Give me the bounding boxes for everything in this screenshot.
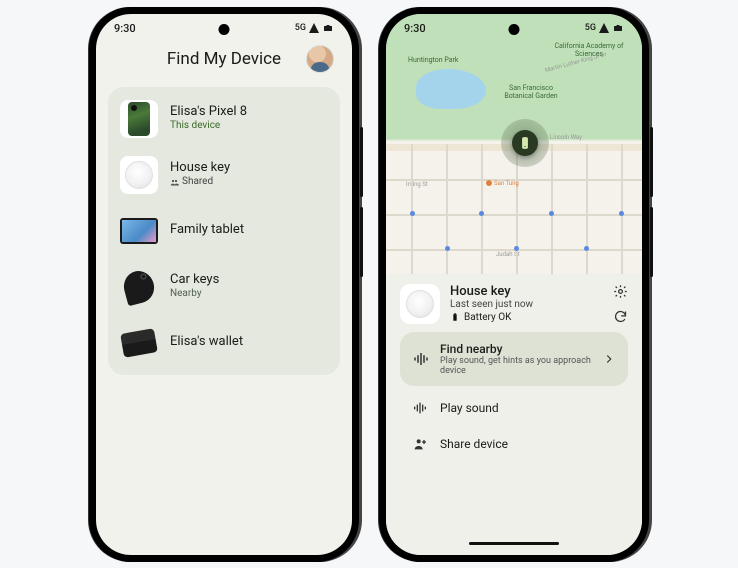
map-road [446,144,448,274]
signal-icon [598,22,610,34]
device-thumbnail [120,212,158,250]
device-name: House key [170,160,230,176]
map-poi-santung: San Tung [486,180,519,187]
device-name: Car keys [170,272,219,288]
refresh-icon[interactable] [613,309,628,324]
sound-wave-icon [412,400,428,416]
device-list: Elisa's Pixel 8 This device House key Sh… [108,87,340,375]
home-indicator[interactable] [469,542,559,545]
device-info: Family tablet [170,222,244,238]
phone-right: 9:30 5G Huntington Park San Francisco Bo… [379,7,649,562]
device-detail-sheet: House key Last seen just now Battery OK … [386,274,642,555]
transit-stop-icon [479,211,484,216]
device-info: House key Shared [170,160,230,189]
profile-avatar[interactable] [306,45,334,73]
device-name: Elisa's Pixel 8 [170,104,247,120]
detail-last-seen: Last seen just now [450,299,533,310]
status-time: 9:30 [404,22,426,35]
status-time: 9:30 [114,22,136,35]
device-item-tablet[interactable]: Family tablet [108,203,340,259]
map-road [621,144,623,274]
map-lake [416,69,486,109]
map-road [551,144,553,274]
camera-cutout [219,24,230,35]
map-road [481,144,483,274]
signal-icon [308,22,320,34]
sheet-info: House key Last seen just now Battery OK [450,284,533,323]
app-header: Find My Device [96,39,352,87]
chevron-right-icon [602,352,616,366]
person-add-icon [412,436,428,452]
transit-stop-icon [619,211,624,216]
device-info: Elisa's Pixel 8 This device [170,104,247,133]
share-device-label: Share device [440,437,508,451]
transit-stop-icon [514,246,519,251]
action-text: Find nearby Play sound, get hints as you… [440,342,592,376]
battery-icon [450,312,460,322]
play-sound-button[interactable]: Play sound [400,394,628,422]
find-nearby-title: Find nearby [440,342,592,356]
device-subtitle: Nearby [170,288,219,301]
device-thumbnail [120,100,158,138]
settings-icon[interactable] [613,284,628,299]
device-subtitle: This device [170,120,247,133]
page-title: Find My Device [114,49,334,69]
battery-icon [322,22,334,34]
device-thumbnail [120,156,158,194]
transit-stop-icon [445,246,450,251]
device-thumbnail [400,284,440,324]
map-label-irving: Irving St [406,181,428,188]
transit-stop-icon [549,211,554,216]
battery-label: Battery OK [464,312,511,323]
status-right: 5G [295,22,334,34]
detail-device-name: House key [450,284,533,299]
device-name: Elisa's wallet [170,334,243,350]
map-road [411,144,413,274]
poi-label: San Tung [494,180,519,187]
status-net: 5G [585,23,596,33]
pin-icon [512,130,538,156]
phone-left: 9:30 5G Find My Device Elisa's Pixel 8 T… [89,7,359,562]
find-nearby-subtitle: Play sound, get hints as you approach de… [440,356,592,376]
sound-wave-icon [412,350,430,368]
map-label-huntington: Huntington Park [408,56,458,64]
share-device-button[interactable]: Share device [400,430,628,458]
camera-cutout [509,24,520,35]
people-icon [170,178,179,187]
find-nearby-button[interactable]: Find nearby Play sound, get hints as you… [400,332,628,386]
screen-device-list: 9:30 5G Find My Device Elisa's Pixel 8 T… [96,14,352,555]
device-location-pin[interactable] [501,119,549,167]
device-info: Car keys Nearby [170,272,219,301]
screen-device-detail: 9:30 5G Huntington Park San Francisco Bo… [386,14,642,555]
device-item-wallet[interactable]: Elisa's wallet [108,315,340,371]
sheet-controls [613,284,628,324]
device-item-carkeys[interactable]: Car keys Nearby [108,259,340,315]
map-road [386,214,642,216]
shared-label: Shared [182,176,213,189]
map-road [586,144,588,274]
map-label-botanical: San Francisco Botanical Garden [496,84,566,100]
play-sound-label: Play sound [440,401,499,415]
device-item-pixel8[interactable]: Elisa's Pixel 8 This device [108,91,340,147]
device-name: Family tablet [170,222,244,238]
device-info: Elisa's wallet [170,334,243,350]
transit-stop-icon [584,246,589,251]
device-thumbnail [120,268,158,306]
device-subtitle: Shared [170,176,230,189]
detail-battery: Battery OK [450,312,533,323]
device-thumbnail [120,324,158,362]
device-item-housekey[interactable]: House key Shared [108,147,340,203]
status-net: 5G [295,23,306,33]
map-label-lincoln: Lincoln Way [550,134,582,141]
battery-icon [612,22,624,34]
sheet-header: House key Last seen just now Battery OK [400,284,628,324]
status-right: 5G [585,22,624,34]
map-view[interactable]: Huntington Park San Francisco Botanical … [386,14,642,274]
transit-stop-icon [410,211,415,216]
